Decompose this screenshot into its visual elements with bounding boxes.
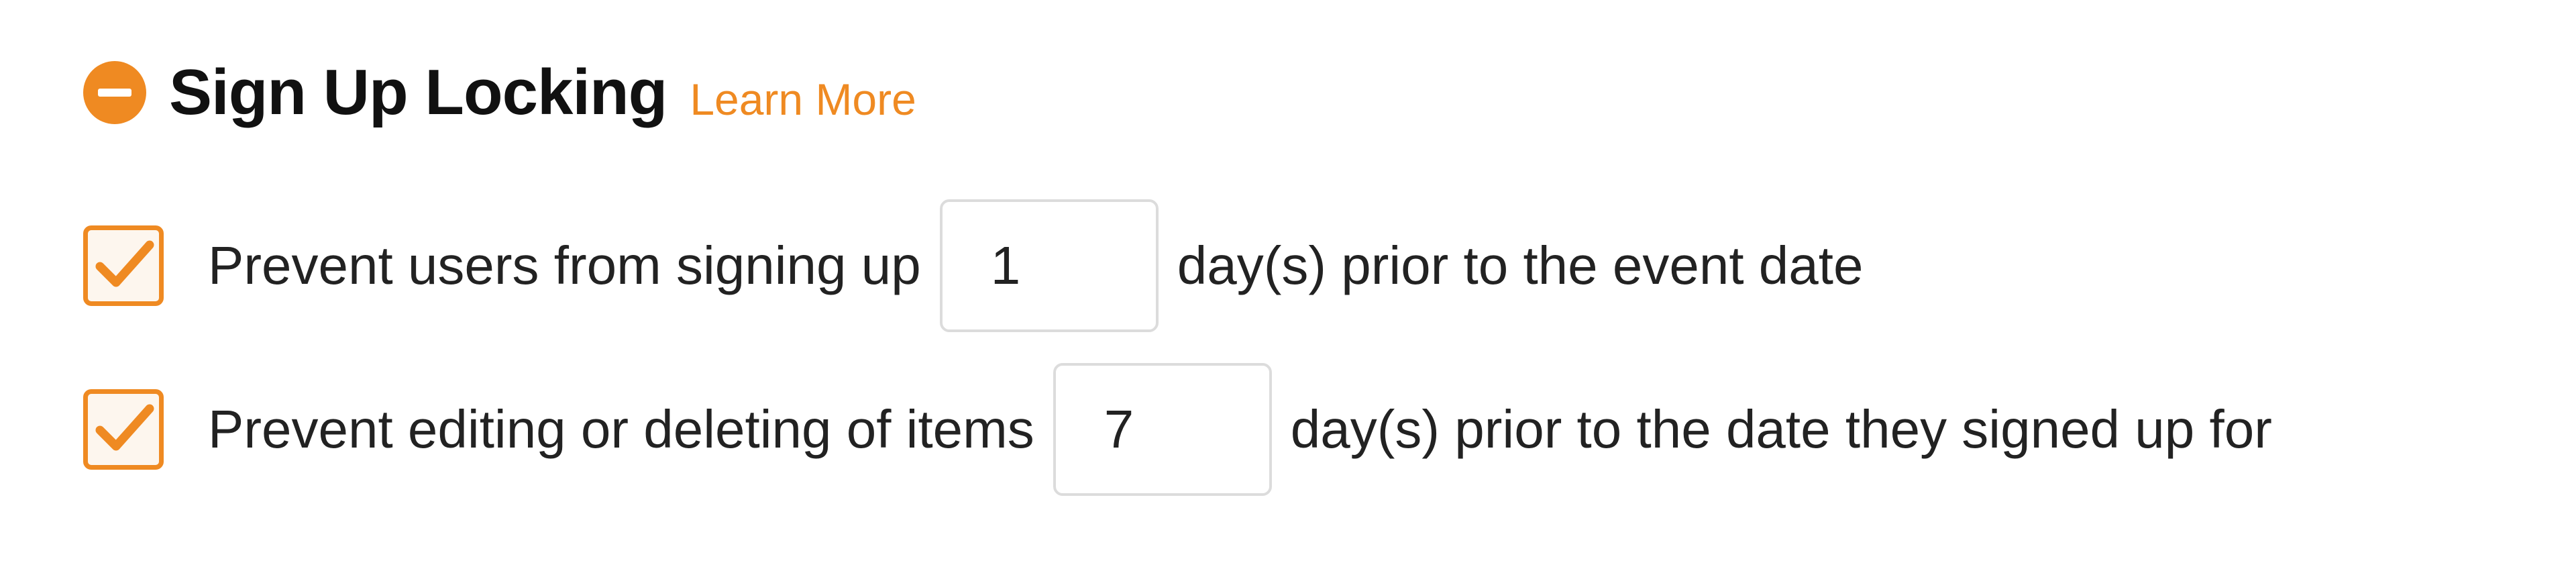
minus-circle-icon[interactable] <box>83 61 146 124</box>
learn-more-link[interactable]: Learn More <box>690 74 916 125</box>
prevent-signup-row: Prevent users from signing up day(s) pri… <box>83 199 1864 333</box>
checkmark-icon <box>95 240 154 287</box>
prevent-editing-row: Prevent editing or deleting of items day… <box>83 362 2272 497</box>
section-header: Sign Up Locking Learn More <box>83 52 916 133</box>
signup-days-input[interactable] <box>939 199 1159 332</box>
editing-days-input[interactable] <box>1053 363 1272 496</box>
minus-bar <box>98 89 131 97</box>
signup-days-suffix: day(s) prior to the event date <box>1177 236 1864 295</box>
prevent-signup-label: Prevent users from signing up <box>208 236 921 295</box>
editing-days-suffix: day(s) prior to the date they signed up … <box>1290 399 2272 459</box>
prevent-signup-checkbox[interactable] <box>83 225 164 306</box>
prevent-editing-checkbox[interactable] <box>83 389 164 470</box>
checkmark-icon <box>95 404 154 451</box>
section-title: Sign Up Locking <box>169 56 667 128</box>
sign-up-locking-panel: Sign Up Locking Learn More Prevent users… <box>0 0 2576 567</box>
prevent-editing-label: Prevent editing or deleting of items <box>208 399 1034 459</box>
